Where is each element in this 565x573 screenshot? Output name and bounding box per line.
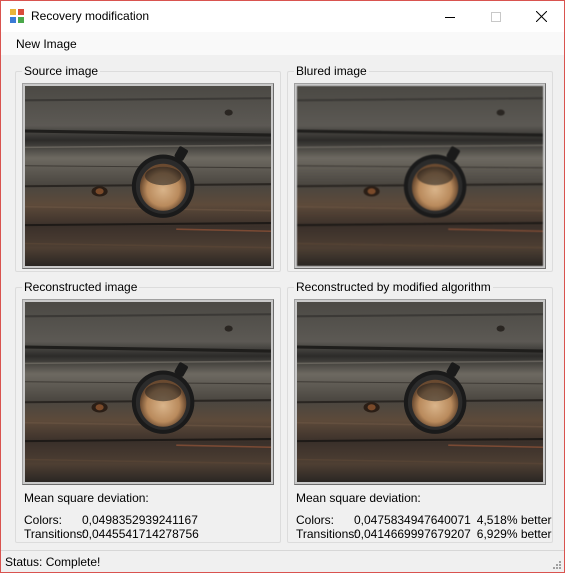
menu-new-image[interactable]: New Image (11, 36, 82, 52)
source-image-box (22, 83, 274, 269)
title-bar[interactable]: Recovery modification (1, 1, 564, 32)
modified-image-box (294, 299, 546, 485)
maximize-button[interactable] (473, 1, 519, 32)
modified-image-group: Reconstructed by modified algorithm Mean… (287, 280, 553, 543)
transitions-value: 0,0414669997679207 (354, 527, 471, 541)
menu-bar: New Image (1, 32, 564, 56)
colors-value: 0,0498352939241167 (82, 513, 198, 527)
reconstructed-image-group: Reconstructed image Mean square deviatio… (15, 280, 281, 543)
modified-image-label: Reconstructed by modified algorithm (294, 280, 493, 294)
colors-better: 4,518% better (476, 513, 552, 527)
close-icon (535, 11, 547, 22)
msd-heading: Mean square deviation: (24, 491, 149, 505)
source-image-group: Source image (15, 64, 281, 272)
blured-image-group: Blured image (287, 64, 553, 272)
status-bar: Status: Complete! (1, 550, 564, 572)
blured-image-label: Blured image (294, 64, 369, 78)
transitions-value: 0,0445541714278756 (82, 527, 199, 541)
colors-value: 0,0475834947640071 (354, 513, 471, 527)
blured-image (297, 86, 543, 266)
window-title: Recovery modification (31, 9, 150, 23)
reconstructed-image (25, 302, 271, 482)
colors-label: Colors: (24, 513, 63, 527)
transitions-label: Transitions: (296, 527, 358, 541)
blured-image-box (294, 83, 546, 269)
source-image (25, 86, 271, 266)
minimize-button[interactable] (427, 1, 473, 32)
resize-grip-icon[interactable] (551, 559, 561, 569)
modified-stats: Mean square deviation: Colors: 0,0475834… (296, 491, 552, 541)
main-window: Recovery modification New Image Source i… (0, 0, 565, 573)
close-button[interactable] (518, 1, 564, 32)
transitions-better: 6,929% better (476, 527, 552, 541)
modified-image (297, 302, 543, 482)
app-icon (10, 9, 24, 23)
transitions-label: Transitions: (24, 527, 86, 541)
msd-heading: Mean square deviation: (296, 491, 421, 505)
reconstructed-image-label: Reconstructed image (22, 280, 140, 294)
colors-label: Colors: (296, 513, 335, 527)
source-image-label: Source image (22, 64, 101, 78)
reconstructed-image-box (22, 299, 274, 485)
status-text: Status: Complete! (5, 555, 101, 569)
reconstructed-stats: Mean square deviation: Colors: 0,0498352… (24, 491, 199, 541)
minimize-icon (445, 16, 455, 18)
maximize-icon (491, 11, 501, 22)
